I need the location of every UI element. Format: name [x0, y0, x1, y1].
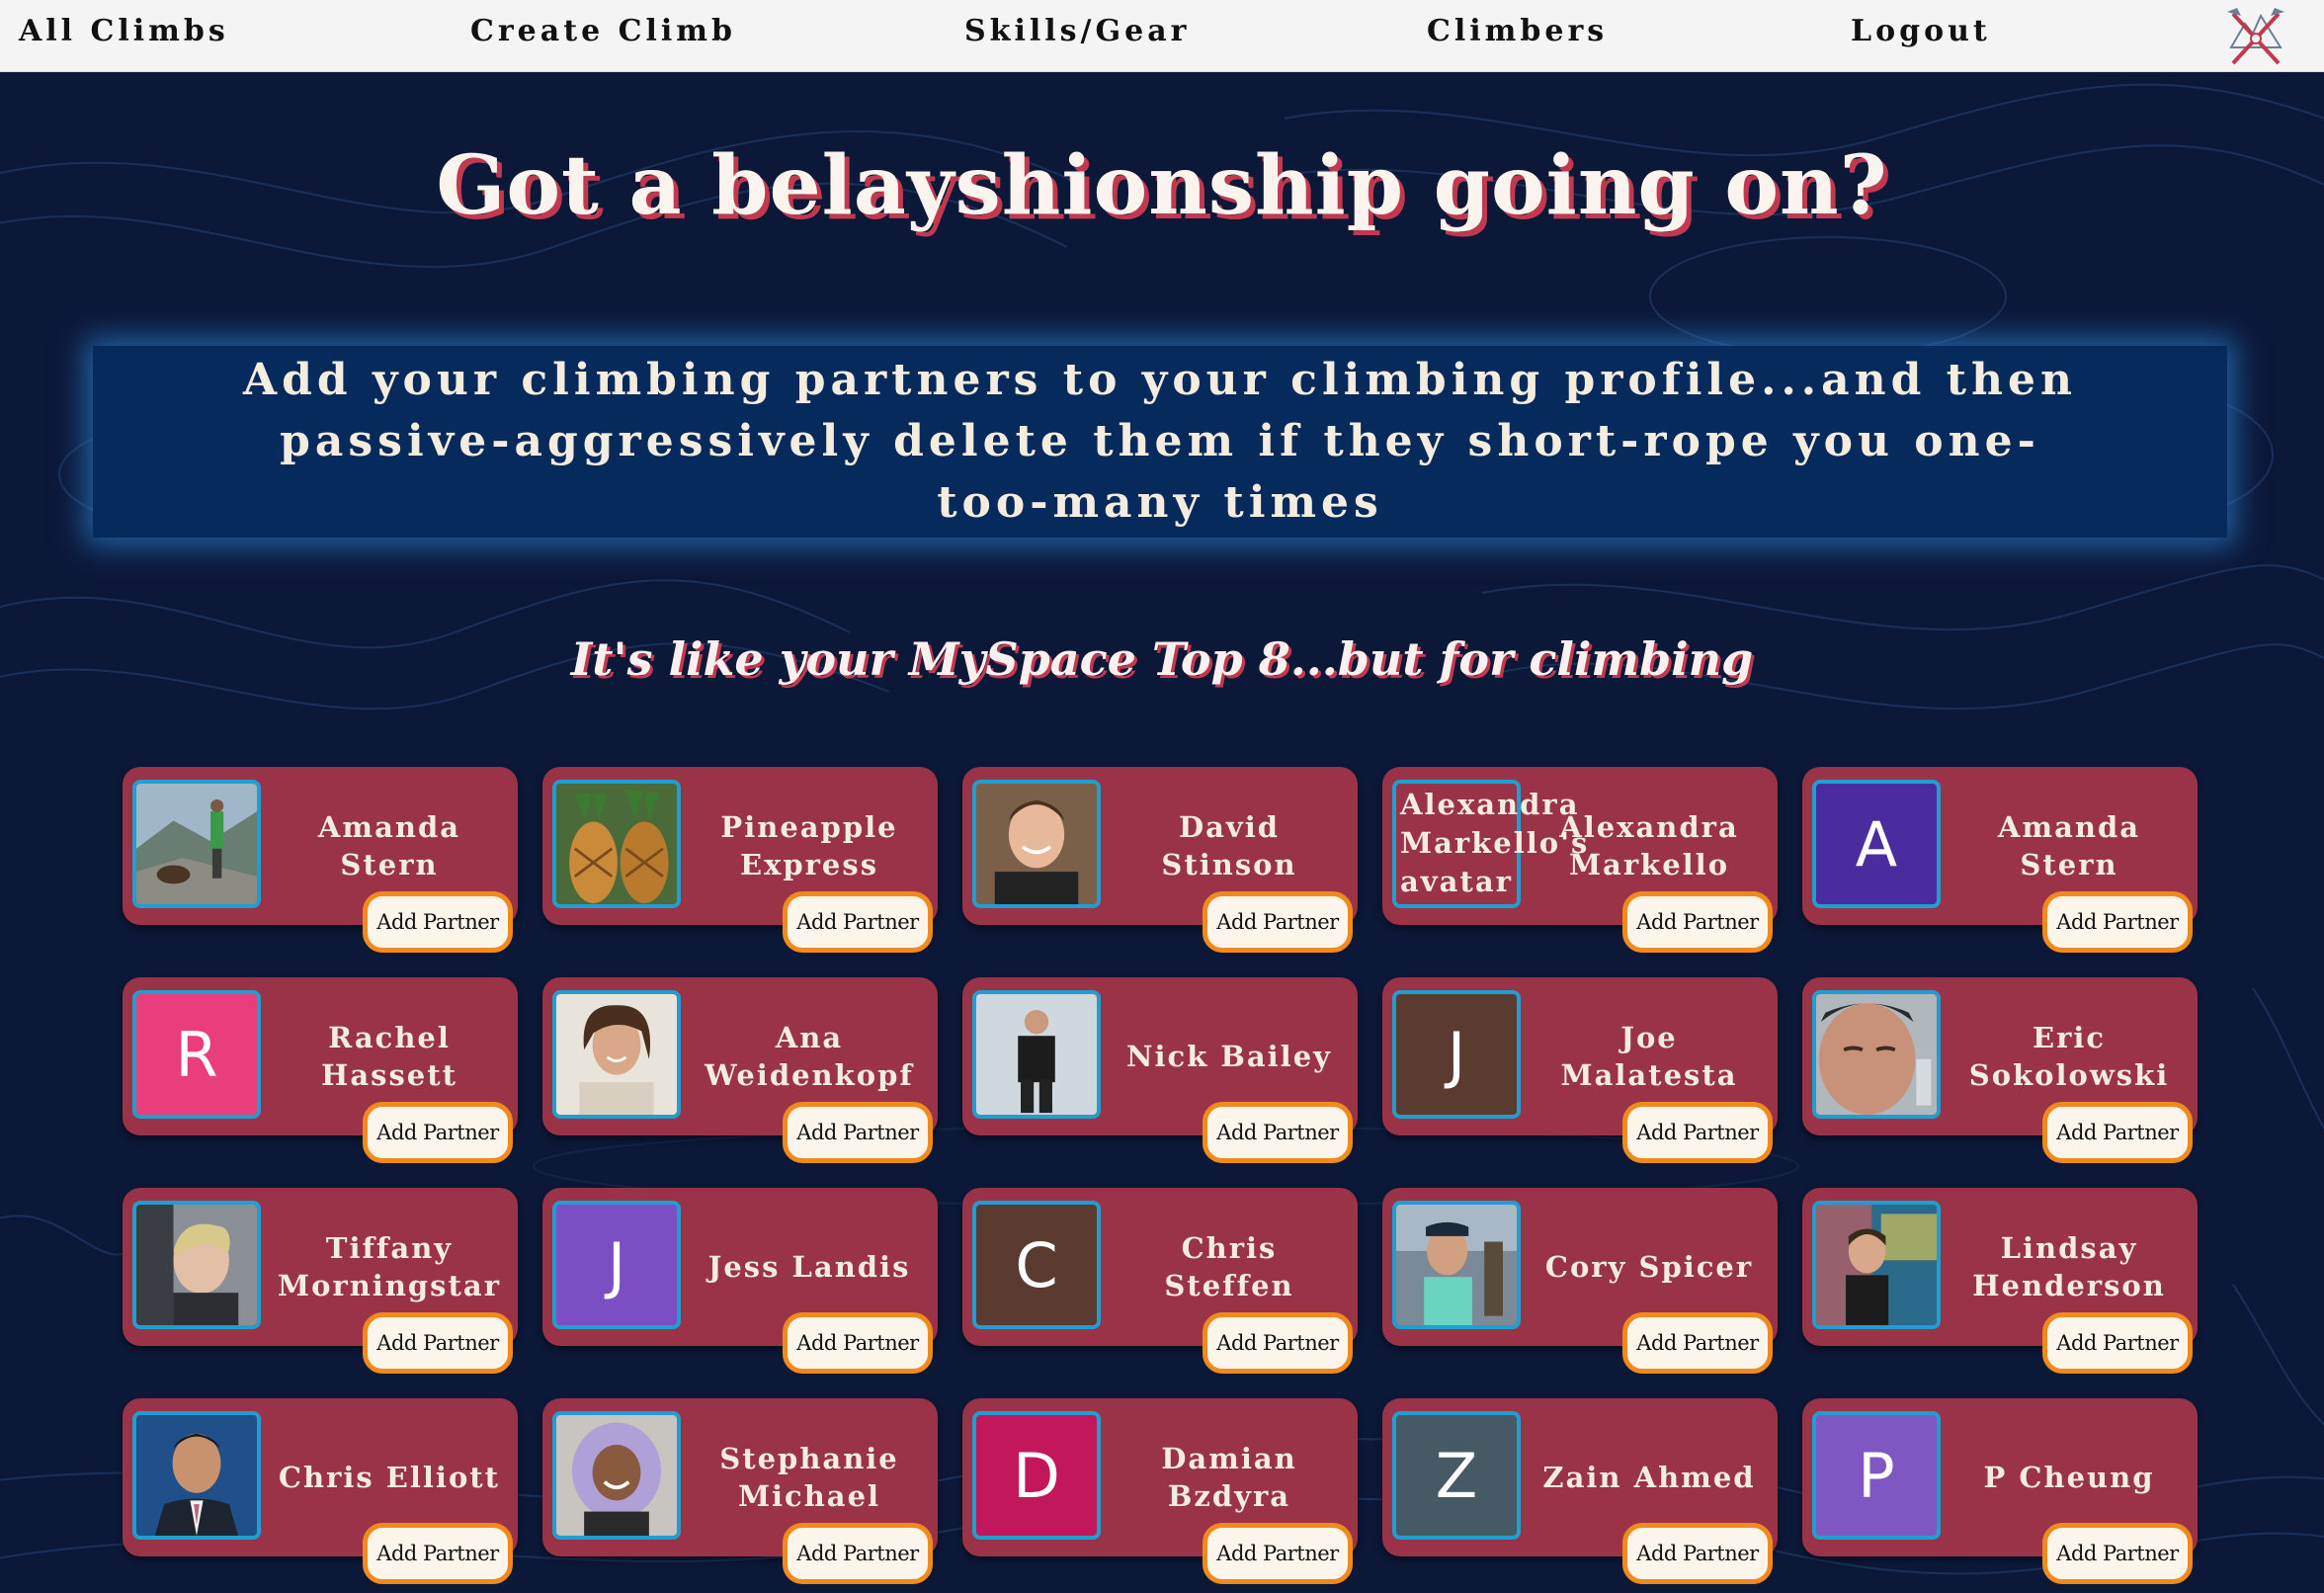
- climber-avatar: J: [1392, 990, 1521, 1119]
- add-partner-button[interactable]: Add Partner: [1622, 1312, 1773, 1374]
- purple-hair-photo: [556, 1415, 677, 1536]
- climber-card: Stephanie Michael Add Partner: [542, 1398, 938, 1584]
- climber-card: Nick Bailey Add Partner: [962, 977, 1358, 1163]
- climber-card: J Jess Landis Add Partner: [542, 1188, 938, 1374]
- climber-card: Eric Sokolowski Add Partner: [1802, 977, 2198, 1163]
- street-man-photo: [1396, 1205, 1517, 1325]
- climber-avatar: Z: [1392, 1411, 1521, 1540]
- climber-avatar: [552, 1411, 681, 1540]
- climber-card: Lindsay Henderson Add Partner: [1802, 1188, 2198, 1374]
- closeup-face-photo: [1816, 994, 1937, 1115]
- smiling-man-photo: [976, 784, 1097, 904]
- mountain-hiker-photo: [136, 784, 257, 904]
- add-partner-button[interactable]: Add Partner: [783, 1312, 933, 1374]
- add-partner-button[interactable]: Add Partner: [1622, 1102, 1773, 1163]
- climber-avatar: [972, 990, 1101, 1119]
- add-partner-button[interactable]: Add Partner: [1622, 891, 1773, 953]
- climber-card: A Amanda Stern Add Partner: [1802, 767, 2198, 953]
- standing-man-photo: [976, 994, 1097, 1115]
- mural-woman-photo: [1816, 1205, 1937, 1325]
- broken-image-alt-text: Alexandra Markello's avatar: [1400, 788, 1590, 898]
- avatar-initial: A: [1855, 807, 1898, 880]
- climber-avatar: R: [132, 990, 261, 1119]
- climber-avatar: [132, 780, 261, 908]
- nav-climbers[interactable]: Climbers: [1427, 14, 1608, 48]
- nav-logout[interactable]: Logout: [1851, 14, 1991, 48]
- nav-all-climbs[interactable]: All Climbs: [19, 14, 229, 48]
- climber-avatar: [1812, 990, 1941, 1119]
- climber-avatar: Alexandra Markello's avatar: [1392, 780, 1590, 908]
- add-partner-button[interactable]: Add Partner: [783, 891, 933, 953]
- climber-card: Amanda Stern Add Partner: [123, 767, 518, 953]
- climber-avatar: [132, 1411, 261, 1540]
- nav-create-climb[interactable]: Create Climb: [470, 14, 736, 48]
- add-partner-button[interactable]: Add Partner: [363, 891, 513, 953]
- climber-card: Z Zain Ahmed Add Partner: [1382, 1398, 1778, 1584]
- climber-avatar: P: [1812, 1411, 1941, 1540]
- top-navbar: All Climbs Create Climb Skills/Gear Clim…: [0, 0, 2324, 72]
- nav-skills-gear[interactable]: Skills/Gear: [964, 14, 1190, 48]
- pineapples-photo: [556, 784, 677, 904]
- crossed-ice-axes-logo-icon[interactable]: [2223, 4, 2288, 69]
- smiling-woman-photo: [556, 994, 677, 1115]
- avatar-initial: D: [1013, 1439, 1060, 1512]
- climber-card: Tiffany Morningstar Add Partner: [123, 1188, 518, 1374]
- climber-card: Cory Spicer Add Partner: [1382, 1188, 1778, 1374]
- intro-banner-text: Add your climbing partners to your climb…: [243, 355, 2077, 528]
- car-selfie-photo: [136, 1205, 257, 1325]
- page-title: Got a belayshionship going on?: [436, 138, 1888, 233]
- add-partner-button[interactable]: Add Partner: [363, 1102, 513, 1163]
- climber-avatar: D: [972, 1411, 1101, 1540]
- add-partner-button[interactable]: Add Partner: [1203, 1523, 1353, 1584]
- climber-card: R Rachel Hassett Add Partner: [123, 977, 518, 1163]
- add-partner-button[interactable]: Add Partner: [2042, 891, 2193, 953]
- climber-card: Pineapple Express Add Partner: [542, 767, 938, 953]
- add-partner-button[interactable]: Add Partner: [783, 1523, 933, 1584]
- climber-card: J Joe Malatesta Add Partner: [1382, 977, 1778, 1163]
- add-partner-button[interactable]: Add Partner: [1203, 1102, 1353, 1163]
- add-partner-button[interactable]: Add Partner: [2042, 1312, 2193, 1374]
- add-partner-button[interactable]: Add Partner: [1203, 891, 1353, 953]
- avatar-initial: J: [1447, 1018, 1466, 1091]
- climber-avatar: [552, 780, 681, 908]
- climber-avatar: [1812, 1201, 1941, 1329]
- climber-card: PP Cheung Add Partner: [1802, 1398, 2198, 1584]
- add-partner-button[interactable]: Add Partner: [1203, 1312, 1353, 1374]
- avatar-initial: J: [607, 1228, 626, 1301]
- add-partner-button[interactable]: Add Partner: [2042, 1523, 2193, 1584]
- climber-card: David Stinson Add Partner: [962, 767, 1358, 953]
- suit-portrait-photo: [136, 1415, 257, 1536]
- climber-card: Alexandra Markello's avatar Alexandra Mar…: [1382, 767, 1778, 953]
- climber-grid: Amanda Stern Add Partner Pineapple Express…: [123, 767, 2198, 1584]
- climber-avatar: [552, 990, 681, 1119]
- climber-avatar: [1392, 1201, 1521, 1329]
- climber-card: Chris Elliott Add Partner: [123, 1398, 518, 1584]
- page-subtitle: It's like your MySpace Top 8...but for c…: [570, 632, 1754, 686]
- climber-card: C Chris Steffen Add Partner: [962, 1188, 1358, 1374]
- add-partner-button[interactable]: Add Partner: [1622, 1523, 1773, 1584]
- avatar-initial: R: [175, 1018, 218, 1091]
- add-partner-button[interactable]: Add Partner: [2042, 1102, 2193, 1163]
- climber-avatar: A: [1812, 780, 1941, 908]
- intro-banner: Add your climbing partners to your climb…: [93, 346, 2227, 538]
- climber-avatar: [132, 1201, 261, 1329]
- climber-card: Ana Weidenkopf Add Partner: [542, 977, 938, 1163]
- climber-avatar: J: [552, 1201, 681, 1329]
- add-partner-button[interactable]: Add Partner: [783, 1102, 933, 1163]
- avatar-initial: P: [1858, 1439, 1895, 1512]
- avatar-initial: Z: [1435, 1439, 1478, 1512]
- climber-avatar: C: [972, 1201, 1101, 1329]
- climber-avatar: [972, 780, 1101, 908]
- add-partner-button[interactable]: Add Partner: [363, 1312, 513, 1374]
- avatar-initial: C: [1015, 1228, 1058, 1301]
- add-partner-button[interactable]: Add Partner: [363, 1523, 513, 1584]
- climber-card: D Damian Bzdyra Add Partner: [962, 1398, 1358, 1584]
